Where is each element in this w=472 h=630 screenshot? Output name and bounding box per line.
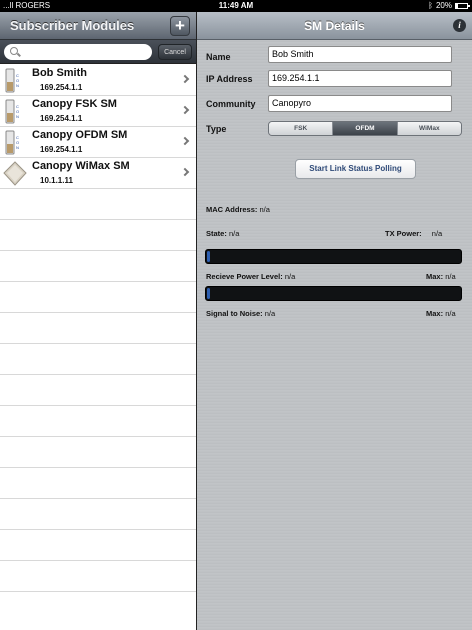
- state-label: State:: [206, 229, 227, 238]
- empty-row: [0, 375, 196, 406]
- signal-to-noise: Signal to Noise: n/a: [206, 309, 275, 318]
- list-item-ip: 169.254.1.1: [40, 114, 83, 123]
- empty-row: [0, 530, 196, 561]
- tx-power-bar: [205, 249, 462, 264]
- receive-max-label: Max:: [426, 272, 444, 281]
- list-item-ip: 10.1.1.11: [40, 176, 73, 185]
- type-option-ofdm[interactable]: OFDM: [333, 122, 398, 135]
- info-icon[interactable]: i: [453, 19, 466, 32]
- type-option-fsk[interactable]: FSK: [269, 122, 334, 135]
- empty-row: [0, 468, 196, 499]
- empty-row: [0, 282, 196, 313]
- list-navbar: Subscriber Modules +: [0, 12, 196, 40]
- snr-label: Signal to Noise:: [206, 309, 263, 318]
- svg-text:N: N: [16, 83, 19, 88]
- empty-row: [0, 189, 196, 220]
- snr-max: Max: n/a: [426, 309, 456, 318]
- receive-power-value: n/a: [284, 272, 296, 281]
- subscriber-list: C O N Bob Smith 169.254.1.1 C O N Canopy FSK SM 1…: [0, 65, 196, 592]
- state: State: n/a: [206, 229, 239, 238]
- status-right: ᛒ 20%: [428, 0, 470, 12]
- name-field[interactable]: Bob Smith: [268, 46, 452, 63]
- receive-power: Recieve Power Level: n/a: [206, 272, 295, 281]
- receive-power-bar-fill: [207, 288, 210, 299]
- add-subscriber-button[interactable]: +: [170, 16, 190, 36]
- svg-text:N: N: [16, 114, 19, 119]
- empty-row: [0, 561, 196, 592]
- list-title: Subscriber Modules: [10, 18, 135, 33]
- tx-power: TX Power: n/a: [385, 229, 442, 238]
- empty-row: [0, 437, 196, 468]
- state-value: n/a: [228, 229, 240, 238]
- status-bar: ...ll ROGERS 11:49 AM ᛒ 20%: [0, 0, 472, 12]
- list-item-name: Canopy FSK SM: [32, 98, 117, 110]
- list-item[interactable]: C O N Bob Smith 169.254.1.1: [0, 65, 196, 96]
- cancel-search-button[interactable]: Cancel: [158, 44, 192, 60]
- details-title: SM Details: [304, 19, 365, 33]
- chevron-right-icon: [180, 167, 190, 177]
- list-item-name: Bob Smith: [32, 67, 87, 79]
- canopy-radio-icon: CON: [3, 99, 27, 124]
- battery-percent: 20%: [435, 1, 452, 10]
- list-item[interactable]: C O N Canopy OFDM SM 169.254.1.1: [0, 127, 196, 158]
- snr-max-value: n/a: [445, 309, 456, 318]
- type-option-wimax[interactable]: WiMax: [397, 122, 461, 135]
- chevron-right-icon: [180, 105, 190, 115]
- mac-address-label: MAC Address:: [206, 205, 258, 214]
- clock: 11:49 AM: [218, 1, 254, 10]
- battery-icon: [455, 3, 470, 9]
- list-item-name: Canopy WiMax SM: [32, 160, 130, 172]
- tx-power-label: TX Power:: [385, 229, 422, 238]
- type-label: Type: [206, 124, 227, 134]
- list-item[interactable]: C O N Canopy FSK SM 169.254.1.1: [0, 96, 196, 127]
- name-label: Name: [206, 52, 231, 62]
- list-item[interactable]: Canopy WiMax SM 10.1.1.11: [0, 158, 196, 189]
- empty-row: [0, 344, 196, 375]
- canopy-radio-icon: CON: [3, 130, 27, 155]
- tx-power-bar-fill: [207, 251, 210, 262]
- receive-power-label: Recieve Power Level:: [206, 272, 283, 281]
- snr-value: n/a: [264, 309, 276, 318]
- battery-fill: [456, 4, 459, 8]
- receive-power-bar: [205, 286, 462, 301]
- chevron-right-icon: [180, 136, 190, 146]
- ip-address-label: IP Address: [206, 74, 253, 84]
- search-input[interactable]: [4, 44, 152, 60]
- community-field[interactable]: Canopyro: [268, 95, 452, 112]
- mac-address-value: n/a: [259, 205, 270, 214]
- wimax-antenna-icon: [3, 161, 27, 186]
- empty-row: [0, 251, 196, 282]
- mac-address: MAC Address: n/a: [206, 205, 270, 214]
- empty-row: [0, 406, 196, 437]
- list-item-ip: 169.254.1.1: [40, 83, 83, 92]
- search-bar: Cancel: [0, 40, 196, 64]
- sm-details-pane: SM Details i Name Bob Smith IP Address 1…: [197, 12, 472, 630]
- start-polling-button[interactable]: Start Link Status Polling: [295, 159, 416, 179]
- receive-max-value: n/a: [445, 272, 456, 281]
- ip-address-field[interactable]: 169.254.1.1: [268, 70, 452, 87]
- details-navbar: SM Details i: [197, 12, 472, 40]
- search-icon: [10, 47, 18, 55]
- type-segmented-control: FSK OFDM WiMax: [268, 121, 462, 136]
- list-item-name: Canopy OFDM SM: [32, 129, 128, 141]
- snr-max-label: Max:: [426, 309, 444, 318]
- empty-row: [0, 220, 196, 251]
- community-label: Community: [206, 99, 256, 109]
- bluetooth-icon: ᛒ: [428, 1, 433, 10]
- chevron-right-icon: [180, 74, 190, 84]
- empty-row: [0, 313, 196, 344]
- list-item-ip: 169.254.1.1: [40, 145, 83, 154]
- tx-power-value: n/a: [431, 229, 443, 238]
- receive-power-max: Max: n/a: [426, 272, 456, 281]
- subscriber-list-pane: Subscriber Modules + Cancel C O N Bob Smith…: [0, 12, 197, 630]
- canopy-radio-icon: CON: [3, 68, 27, 93]
- empty-row: [0, 499, 196, 530]
- svg-text:N: N: [16, 145, 19, 150]
